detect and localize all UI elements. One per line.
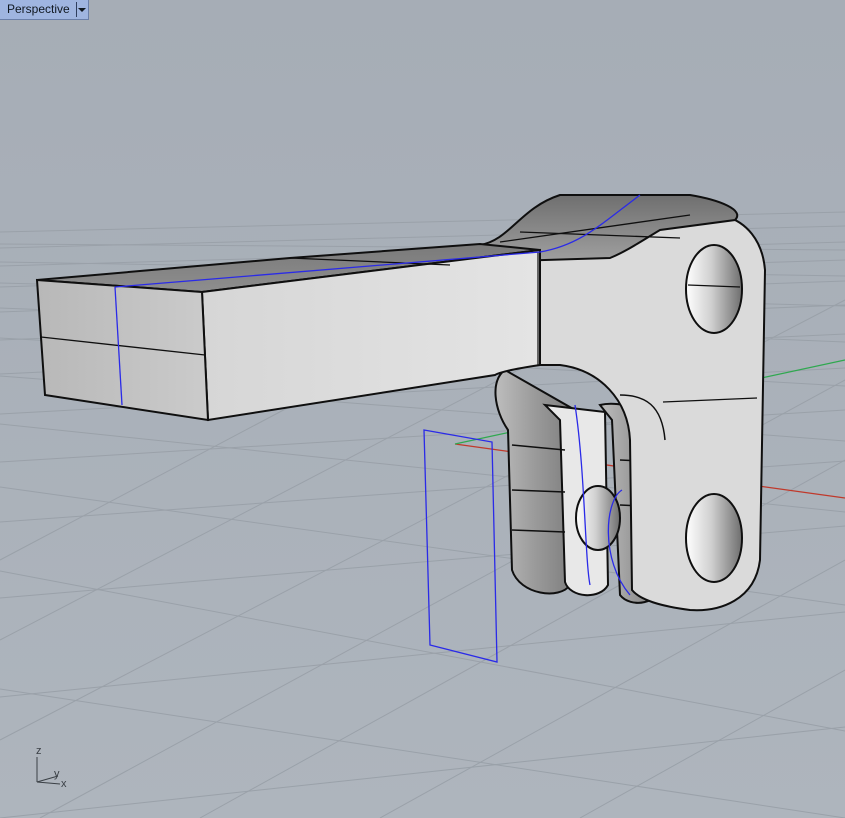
axis-z-label: z [36,745,42,757]
viewport-title-tab[interactable]: Perspective [0,0,89,20]
axis-y-label: y [54,768,60,780]
perspective-viewport[interactable]: z y x Perspective [0,0,845,818]
axis-x-label: x [61,778,67,790]
dropdown-arrow-icon[interactable] [77,0,88,19]
viewport-canvas[interactable]: z y x [0,0,845,818]
viewport-title[interactable]: Perspective [0,0,76,19]
